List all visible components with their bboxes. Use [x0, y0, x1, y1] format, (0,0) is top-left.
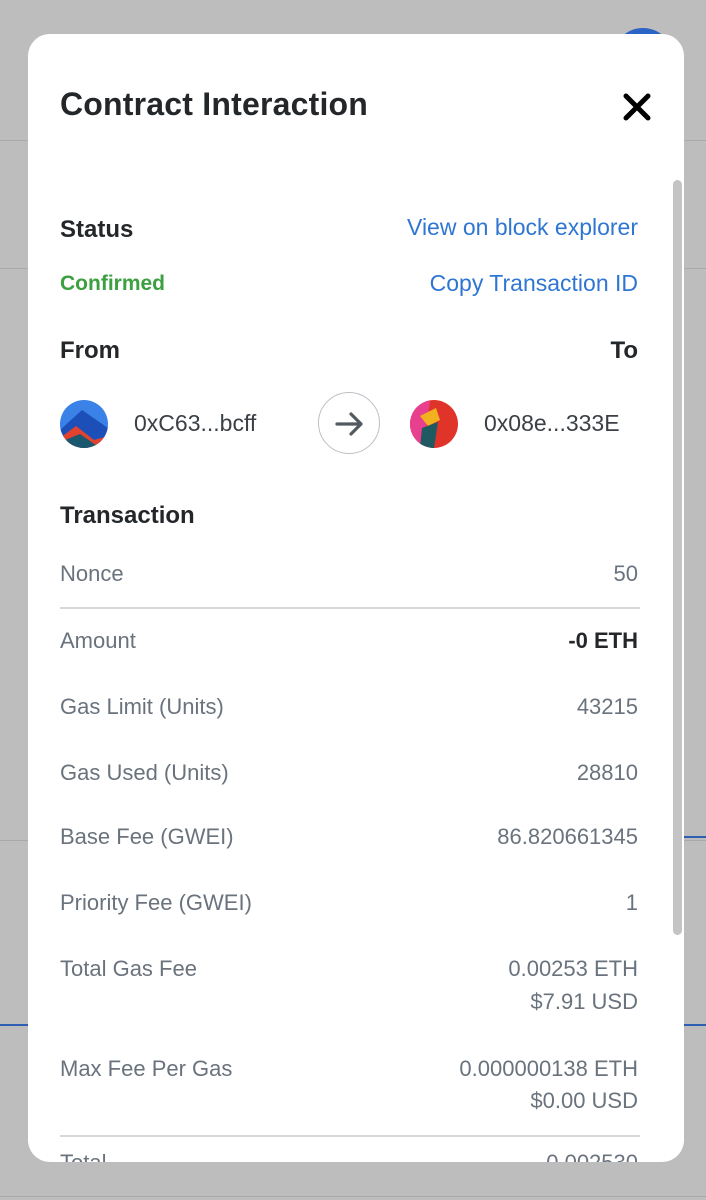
- nonce-value: 50: [613, 561, 638, 586]
- base-fee-label: Base Fee (GWEI): [60, 824, 234, 849]
- priority-fee-label: Priority Fee (GWEI): [60, 890, 252, 915]
- scrollbar-thumb[interactable]: [673, 180, 682, 935]
- modal-title: Contract Interaction: [60, 86, 369, 122]
- total-label: Total: [60, 1150, 106, 1162]
- status-label: Status: [60, 216, 134, 243]
- transaction-heading: Transaction: [60, 502, 195, 529]
- from-label: From: [60, 337, 120, 364]
- section-divider: [60, 1135, 640, 1137]
- max-fee-per-gas-eth: 0.000000138 ETH: [459, 1056, 638, 1081]
- to-address[interactable]: 0x08e...333E: [484, 410, 620, 437]
- base-fee-value: 86.820661345: [497, 824, 638, 849]
- view-on-block-explorer-link[interactable]: View on block explorer: [407, 214, 638, 241]
- close-button[interactable]: [622, 92, 652, 122]
- arrow-right-icon: [335, 412, 363, 436]
- gas-limit-value: 43215: [576, 694, 638, 719]
- copy-transaction-id-link[interactable]: Copy Transaction ID: [430, 270, 638, 297]
- amount-value: -0 ETH: [568, 628, 638, 653]
- total-gas-fee-eth: 0.00253 ETH: [508, 956, 638, 981]
- gas-used-value: 28810: [576, 760, 638, 785]
- priority-fee-value: 1: [625, 890, 638, 915]
- direction-arrow: [318, 392, 380, 454]
- section-divider: [60, 607, 640, 609]
- background-accent-line: [684, 836, 706, 838]
- amount-label: Amount: [60, 628, 136, 653]
- to-account-avatar: [410, 400, 458, 448]
- gas-used-label: Gas Used (Units): [60, 760, 229, 785]
- nonce-label: Nonce: [60, 561, 124, 586]
- close-icon: [623, 93, 651, 121]
- max-fee-per-gas-usd: $0.00 USD: [530, 1088, 638, 1113]
- max-fee-per-gas-label: Max Fee Per Gas: [60, 1056, 233, 1081]
- background-accent-line: [684, 1024, 706, 1026]
- transaction-details-modal: Contract Interaction Status View on bloc…: [28, 34, 684, 1162]
- total-gas-fee-usd: $7.91 USD: [530, 989, 638, 1014]
- from-account-avatar: [60, 400, 108, 448]
- status-value: Confirmed: [60, 272, 165, 295]
- total-gas-fee-label: Total Gas Fee: [60, 956, 197, 981]
- to-label: To: [610, 337, 638, 364]
- background-divider: [0, 1196, 706, 1197]
- from-address[interactable]: 0xC63...bcff: [134, 410, 256, 437]
- total-value: 0.002530: [546, 1150, 638, 1162]
- background-accent-line: [0, 1024, 28, 1026]
- gas-limit-label: Gas Limit (Units): [60, 694, 224, 719]
